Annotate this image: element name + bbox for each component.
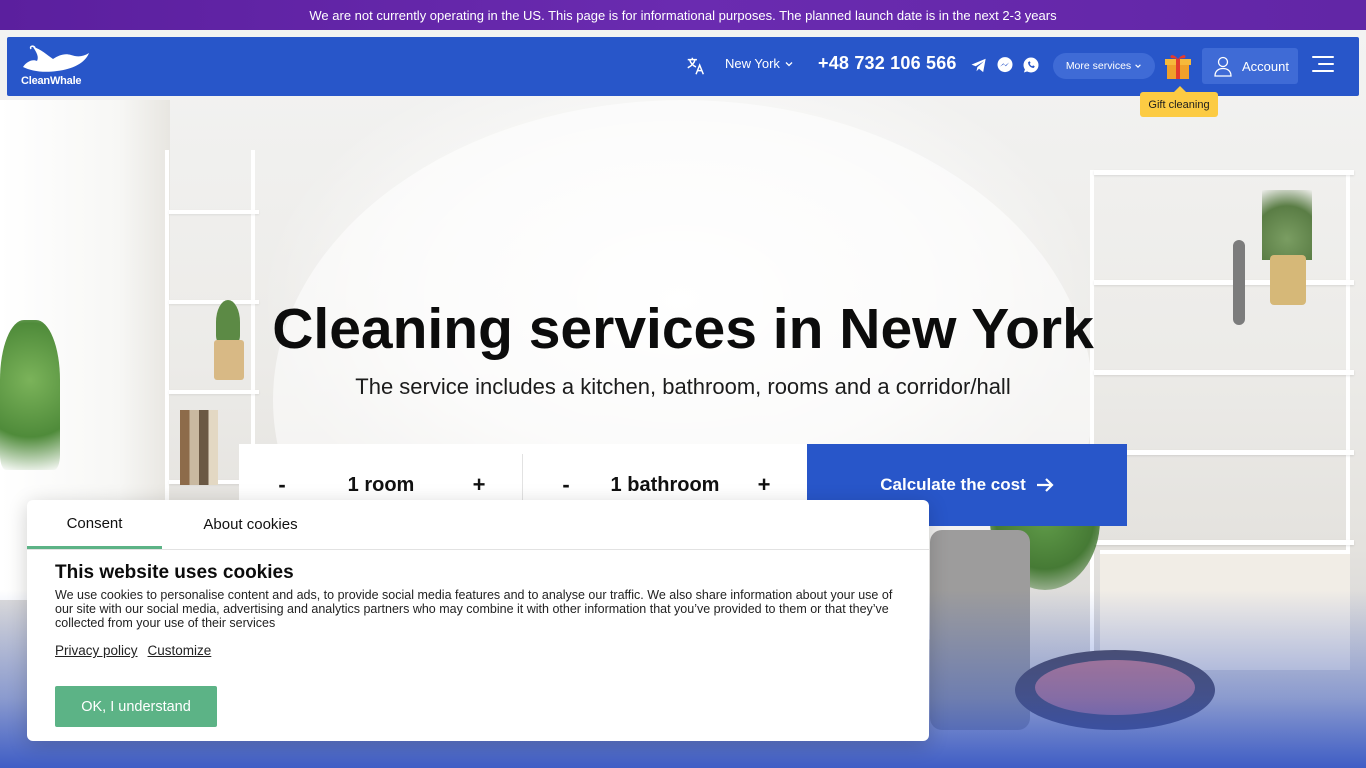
telegram-icon[interactable] (969, 55, 989, 75)
tab-consent-label: Consent (66, 514, 123, 532)
tab-about-cookies[interactable]: About cookies (162, 500, 339, 549)
plant-right-top (1262, 190, 1312, 260)
rooms-plus-button[interactable]: + (469, 472, 489, 498)
bathrooms-minus-button[interactable]: - (556, 472, 576, 498)
arrow-right-icon (1036, 478, 1054, 492)
phone-number[interactable]: +48 732 106 566 (818, 53, 957, 74)
calculate-cost-label: Calculate the cost (880, 475, 1026, 494)
tab-about-cookies-label: About cookies (203, 516, 298, 533)
cookie-description: We use cookies to personalise content an… (55, 588, 893, 630)
customize-link[interactable]: Customize (148, 643, 212, 658)
announcement-text: We are not currently operating in the US… (309, 7, 1057, 23)
announcement-bar: We are not currently operating in the US… (0, 0, 1366, 30)
more-services-button[interactable]: More services (1053, 53, 1155, 79)
menu-icon[interactable] (1312, 56, 1334, 76)
logo[interactable]: CleanWhale (21, 45, 91, 89)
more-services-label: More services (1065, 60, 1132, 72)
tab-consent[interactable]: Consent (27, 500, 162, 549)
cookie-title: This website uses cookies (55, 562, 294, 583)
city-label: New York (725, 56, 780, 71)
translate-icon[interactable] (685, 55, 707, 77)
books (180, 410, 218, 485)
chevron-down-icon (1135, 64, 1141, 68)
whatsapp-icon[interactable] (1021, 55, 1041, 75)
rooms-value: 1 room (347, 474, 415, 496)
gift-tooltip[interactable]: Gift cleaning (1140, 86, 1218, 117)
rooms-minus-button[interactable]: - (272, 472, 292, 498)
bathrooms-value: 1 bathroom (610, 474, 720, 496)
gift-tooltip-label: Gift cleaning (1148, 98, 1210, 111)
city-selector[interactable]: New York (725, 56, 794, 71)
page-title: Cleaning services in New York (272, 297, 1094, 361)
accept-cookies-label: OK, I understand (81, 698, 191, 715)
whale-icon (23, 45, 89, 72)
cookie-consent-dialog: Consent About cookies This website uses … (27, 500, 929, 741)
gift-icon[interactable] (1163, 51, 1193, 81)
page-subtitle: The service includes a kitchen, bathroom… (355, 374, 1011, 399)
privacy-policy-link[interactable]: Privacy policy (55, 643, 138, 658)
messenger-icon[interactable] (995, 55, 1015, 75)
account-button[interactable]: Account (1202, 48, 1298, 84)
user-icon (1214, 56, 1232, 77)
bathrooms-plus-button[interactable]: + (754, 472, 774, 498)
header-navbar: CleanWhale New York +48 732 106 566 More… (7, 37, 1359, 96)
logo-text: CleanWhale (21, 75, 82, 87)
account-label: Account (1242, 58, 1289, 74)
accept-cookies-button[interactable]: OK, I understand (55, 686, 217, 727)
cookie-links: Privacy policy Customize (55, 643, 211, 658)
chevron-down-icon (785, 61, 793, 66)
cookie-tabs: Consent About cookies (27, 500, 929, 550)
